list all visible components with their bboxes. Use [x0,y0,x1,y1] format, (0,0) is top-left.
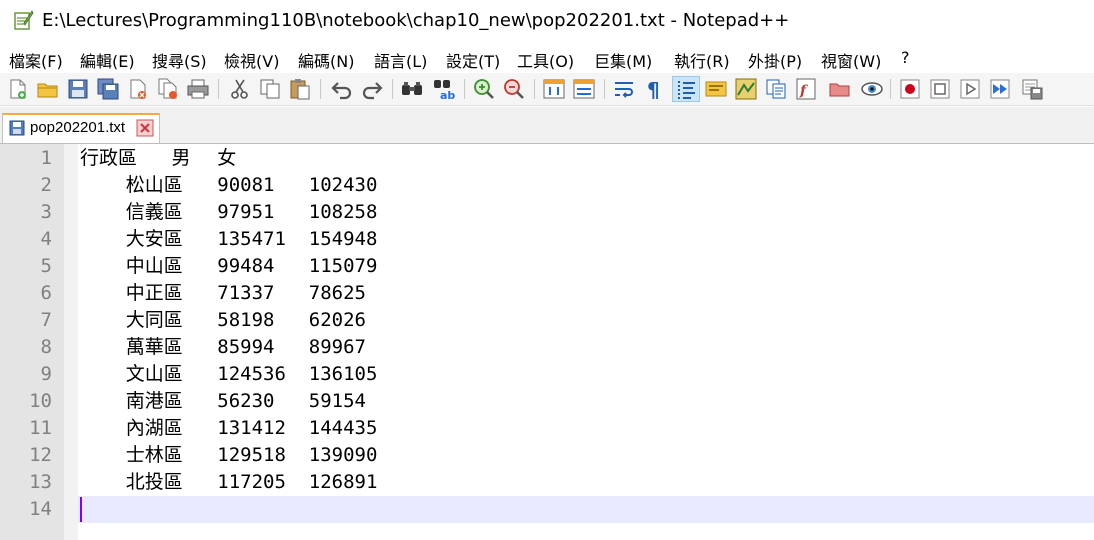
new-file-icon[interactable] [6,77,30,101]
current-line-highlight [78,496,1094,523]
line-number: 4 [40,228,52,250]
code-line[interactable]: 中正區 71337 78625 [80,280,366,307]
code-line[interactable]: 大安區 135471 154948 [80,226,378,253]
menu-edit[interactable]: 編輯(E) [80,48,135,72]
zoom-out-icon[interactable] [502,77,526,101]
code-line[interactable]: 松山區 90081 102430 [80,172,378,199]
tab-label: pop202201.txt [30,119,126,136]
stop-record-icon[interactable] [928,77,952,101]
toolbar-separator [218,79,219,99]
undo-icon[interactable] [330,77,354,101]
folder-workspace-icon[interactable] [828,77,852,101]
line-number: 5 [40,255,52,277]
menu-bar: 檔案(F) 編輯(E) 搜尋(S) 檢視(V) 編碼(N) 語言(L) 設定(T… [0,44,1094,72]
line-number: 13 [29,471,52,493]
saved-file-icon [9,120,25,136]
word-wrap-icon[interactable] [612,77,636,101]
close-all-icon[interactable] [156,77,180,101]
replace-icon[interactable]: ab [432,77,456,101]
menu-view[interactable]: 檢視(V) [224,48,279,72]
open-file-icon[interactable] [36,77,60,101]
tab-pop202201[interactable]: pop202201.txt [2,113,160,143]
save-all-icon[interactable] [96,77,120,101]
redo-icon[interactable] [360,77,384,101]
line-number: 1 [40,147,52,169]
zoom-in-icon[interactable] [472,77,496,101]
window-title: E:\Lectures\Programming110B\notebook\cha… [42,10,790,31]
menu-settings[interactable]: 設定(T) [446,48,500,72]
sync-vertical-icon[interactable] [542,77,566,101]
fold-margin[interactable] [64,144,78,540]
code-line[interactable]: 內湖區 131412 144435 [80,415,378,442]
text-caret [80,497,82,522]
menu-macro[interactable]: 巨集(M) [594,48,652,72]
print-icon[interactable] [186,77,210,101]
menu-run[interactable]: 執行(R) [674,48,730,72]
svg-text:ab: ab [440,89,455,101]
svg-text:¶: ¶ [647,78,660,101]
code-line[interactable]: 信義區 97951 108258 [80,199,378,226]
toolbar-separator [392,79,393,99]
user-language-icon[interactable] [704,77,728,101]
show-all-chars-icon[interactable]: ¶ [642,77,666,101]
line-number: 9 [40,363,52,385]
toolbar: ab ¶ f [0,73,1094,106]
menu-help[interactable]: ? [901,48,910,67]
code-line[interactable]: 文山區 124536 136105 [80,361,378,388]
notepadpp-app-icon [12,9,34,31]
tab-close-icon[interactable] [136,119,154,137]
menu-file[interactable]: 檔案(F) [9,48,63,72]
line-number: 14 [29,498,52,520]
playback-macro-icon[interactable] [958,77,982,101]
toolbar-separator [464,79,465,99]
code-line[interactable]: 萬華區 85994 89967 [80,334,366,361]
monitoring-icon[interactable] [860,77,884,101]
doc-map-icon[interactable] [734,77,758,101]
code-line[interactable]: 士林區 129518 139090 [80,442,378,469]
menu-encoding[interactable]: 編碼(N) [298,48,354,72]
toolbar-separator [890,79,891,99]
line-number: 10 [29,390,52,412]
save-macro-icon[interactable] [1020,77,1044,101]
paste-icon[interactable] [288,77,312,101]
line-number: 6 [40,282,52,304]
menu-tools[interactable]: 工具(O) [517,48,574,72]
doc-list-icon[interactable] [764,77,788,101]
record-macro-icon[interactable] [898,77,922,101]
toolbar-separator [320,79,321,99]
function-list-icon[interactable]: f [794,77,818,101]
line-number: 11 [29,417,52,439]
sync-horizontal-icon[interactable] [572,77,596,101]
close-icon[interactable] [126,77,150,101]
line-number: 8 [40,336,52,358]
title-bar: E:\Lectures\Programming110B\notebook\cha… [0,0,1094,42]
menu-search[interactable]: 搜尋(S) [152,48,207,72]
code-line[interactable]: 行政區 男 女 [80,145,236,172]
run-multiple-macro-icon[interactable] [988,77,1012,101]
menu-language[interactable]: 語言(L) [374,48,427,72]
save-icon[interactable] [66,77,90,101]
code-line[interactable]: 中山區 99484 115079 [80,253,378,280]
tab-bar: pop202201.txt [0,107,1094,144]
toolbar-separator [604,79,605,99]
line-number: 12 [29,444,52,466]
line-number: 2 [40,174,52,196]
code-line[interactable]: 北投區 117205 126891 [80,469,378,496]
line-number: 3 [40,201,52,223]
editor-area[interactable]: 1 2 3 4 5 6 7 8 9 10 11 12 13 14 行政區 男 女 松山區 90081 102… [0,144,1094,540]
code-line[interactable]: 大同區 58198 62026 [80,307,366,334]
menu-plugins[interactable]: 外掛(P) [748,48,802,72]
find-icon[interactable] [400,77,424,101]
toolbar-separator [534,79,535,99]
line-number: 7 [40,309,52,331]
indent-guide-icon[interactable] [672,76,700,102]
menu-window[interactable]: 視窗(W) [821,48,881,72]
copy-icon[interactable] [258,77,282,101]
cut-icon[interactable] [228,77,252,101]
code-line[interactable]: 南港區 56230 59154 [80,388,366,415]
